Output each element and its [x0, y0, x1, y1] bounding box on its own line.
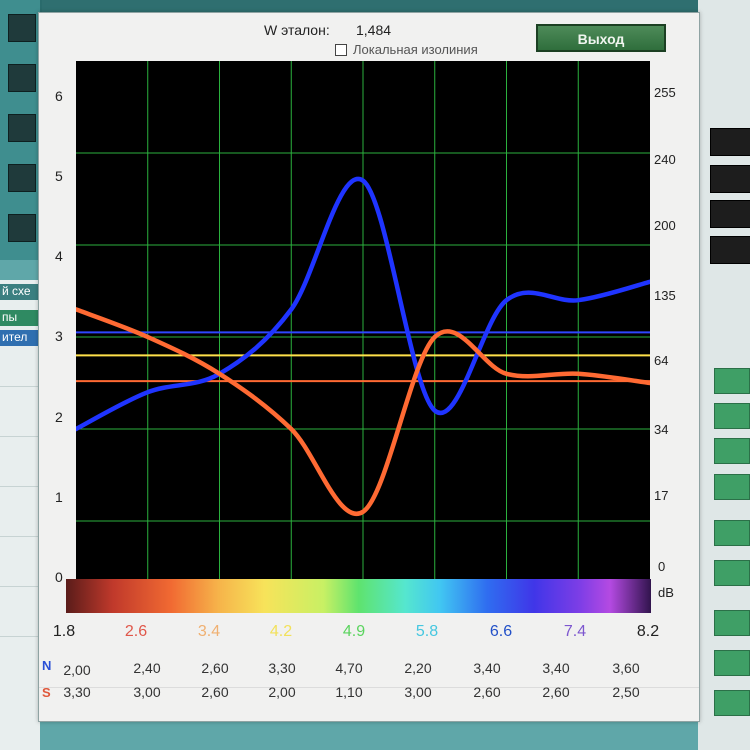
y-right-tick: 240	[654, 152, 676, 167]
background-row	[0, 570, 40, 587]
y-left-tick: 4	[55, 248, 63, 264]
table-cell: 3,40	[473, 660, 501, 676]
x-tick: 6.6	[489, 623, 513, 640]
y-left-tick: 0	[55, 569, 63, 585]
background-green-button	[714, 474, 750, 500]
isoline-dialog: W эталон: 1,484 Локальная изолиния Выход…	[38, 12, 700, 722]
background-green-button	[714, 403, 750, 429]
background-toolbar-cell	[8, 164, 36, 192]
background-left-panel: й схе пы ител	[0, 280, 40, 750]
table-cell: 3,00	[133, 684, 161, 700]
background-green-button	[714, 368, 750, 394]
background-left-toolbar	[0, 0, 42, 260]
table-cell: 2,60	[201, 684, 229, 700]
background-row	[0, 620, 40, 637]
y-right-unit: dB	[658, 585, 674, 600]
table-cell: 3,30	[268, 660, 296, 676]
background-right-panel	[698, 0, 750, 750]
table-cell: 2,60	[201, 660, 229, 676]
chart-plot-area	[73, 61, 653, 613]
isoline-chart	[73, 61, 653, 613]
table-cell: 3,40	[542, 660, 570, 676]
y-right-tick: 200	[654, 218, 676, 233]
x-tick: 4.2	[269, 623, 293, 640]
table-cell: 2,60	[542, 684, 570, 700]
table-cell: 2,60	[473, 684, 501, 700]
y-right-tick: 17	[654, 488, 669, 503]
background-tab: пы	[0, 310, 40, 326]
background-row	[0, 520, 40, 537]
table-cell: 2,40	[133, 660, 161, 676]
y-right-tick: 255	[654, 85, 676, 100]
x-tick: 8.2	[636, 623, 660, 640]
y-left-tick: 3	[55, 328, 63, 344]
y-right-tick: 135	[654, 288, 676, 303]
background-dark-button	[710, 236, 750, 264]
y-right-tick: 0	[658, 559, 666, 574]
local-isoline-label: Локальная изолиния	[353, 42, 478, 57]
table-cell: 2,50	[612, 684, 640, 700]
background-green-button	[714, 438, 750, 464]
x-tick: 3.4	[197, 623, 221, 640]
y-left-tick: 2	[55, 409, 63, 425]
background-row	[0, 370, 40, 387]
background-green-button	[714, 690, 750, 716]
table-cell: 2,00	[63, 662, 91, 678]
background-green-button	[714, 650, 750, 676]
background-toolbar-cell	[8, 14, 36, 42]
y-left-tick: 1	[55, 489, 63, 505]
x-tick: 7.4	[563, 623, 587, 640]
background-toolbar-cell	[8, 214, 36, 242]
w-reference-value: 1,484	[356, 22, 392, 38]
y-left-tick: 6	[55, 88, 63, 104]
background-tab: й схе	[0, 284, 40, 300]
background-tab: ител	[0, 330, 40, 346]
w-reference-label: W эталон:	[264, 22, 330, 38]
background-toolbar-cell	[8, 114, 36, 142]
y-left-tick: 5	[55, 168, 63, 184]
table-cell: 1,10	[335, 684, 363, 700]
background-dark-button	[710, 200, 750, 228]
y-right-tick: 64	[654, 353, 669, 368]
background-green-button	[714, 560, 750, 586]
table-cell: 3,30	[63, 684, 91, 700]
background-dark-button	[710, 128, 750, 156]
x-tick: 4.9	[342, 623, 366, 640]
background-dark-button	[710, 165, 750, 193]
table-cell: 3,60	[612, 660, 640, 676]
x-tick: 2.6	[124, 623, 148, 640]
table-cell: 3,00	[404, 684, 432, 700]
table-cell: 2,00	[268, 684, 296, 700]
table-cell: 2,20	[404, 660, 432, 676]
table-cell: 4,70	[335, 660, 363, 676]
background-row	[0, 420, 40, 437]
exit-button[interactable]: Выход	[536, 24, 666, 52]
x-tick: 5.8	[415, 623, 439, 640]
background-green-button	[714, 520, 750, 546]
background-green-button	[714, 610, 750, 636]
x-tick: 1.8	[52, 623, 76, 640]
color-spectrum-bar	[66, 579, 651, 613]
y-right-tick: 34	[654, 422, 669, 437]
background-toolbar-cell	[8, 64, 36, 92]
local-isoline-checkbox[interactable]	[335, 44, 347, 56]
background-row	[0, 470, 40, 487]
